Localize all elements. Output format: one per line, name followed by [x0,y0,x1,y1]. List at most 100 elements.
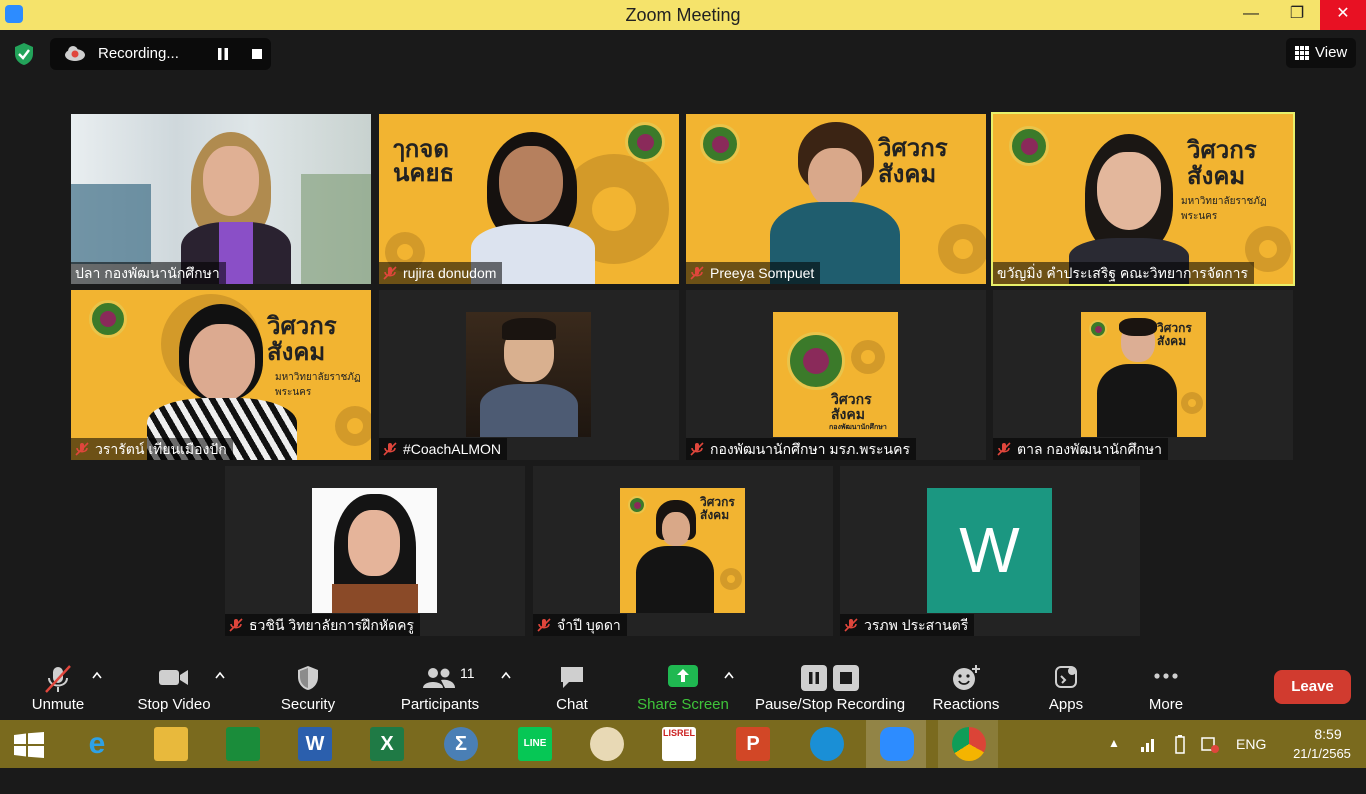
pause-stop-recording-button[interactable]: Pause/Stop Recording [752,658,908,720]
calculator-icon[interactable]: Σ [430,720,490,768]
video-tile[interactable]: วิศวกร สังคม มหาวิทยาลัยราชภัฏพระนคร วราร… [71,290,371,460]
windows-taskbar: e W X Σ LINE LISREL P ▲ ENG 8:59 21/1/25… [0,720,1366,768]
grid-view-icon [1295,46,1309,60]
clock-date[interactable]: 21/1/2565 [1282,746,1362,794]
video-tile[interactable]: วิศวกร สังคม ตาล กองพัฒนานักศึกษา [993,290,1293,460]
signal-icon[interactable] [1140,736,1158,752]
video-tile[interactable]: วิศวกร สังคม จำปี บุดดา [533,466,833,636]
minimize-button[interactable]: — [1228,0,1274,30]
muted-mic-icon [75,442,89,456]
participant-name: Preeya Sompuet [686,262,821,284]
share-screen-icon [668,665,698,687]
windows-start-icon[interactable] [14,732,44,758]
meeting-area: Recording... View ปลา กองพัฒนานักศึกษา ๅ… [0,30,1366,658]
show-hidden-icons-chevron-icon[interactable]: ▲ [1108,736,1120,784]
encryption-shield-icon[interactable] [13,42,35,66]
participants-icon [423,668,455,688]
maximize-button[interactable]: ❐ [1274,0,1320,30]
muted-mic-icon [690,442,704,456]
file-explorer-icon[interactable] [140,720,200,768]
participant-name: rujira donudom [379,262,503,284]
muted-mic-icon [537,618,551,632]
profile-picture: วิศวกร สังคม [1081,312,1206,437]
video-tile[interactable]: ๅกจด นคยธ rujira donudom [379,114,679,284]
apps-icon [1055,666,1077,688]
profile-picture: วิศวกร สังคม [620,488,745,613]
chrome-icon[interactable] [938,720,998,768]
security-button[interactable]: Security [270,658,346,720]
participant-name: ธวชินี วิทยาลัยการฝึกหัดครู [225,614,421,636]
video-tile[interactable]: ปลา กองพัฒนานักศึกษา [71,114,371,284]
participant-name: วรภพ ประสานตรี [840,614,975,636]
leave-meeting-button[interactable]: Leave [1274,670,1351,704]
profile-picture: วิศวกร สังคม กองพัฒนานักศึกษา [773,312,898,437]
reactions-button[interactable]: Reactions [928,658,1004,720]
university-seal-icon [700,124,740,164]
word-icon[interactable]: W [284,720,344,768]
share-options-chevron-icon[interactable] [723,670,735,680]
participant-name: ปลา กองพัฒนานักศึกษา [71,262,226,284]
meeting-controls-toolbar: Unmute Stop Video Security 11 Participan… [0,658,1366,720]
network-disconnected-icon[interactable] [1200,734,1220,754]
store-icon[interactable] [212,720,272,768]
muted-mic-icon [844,618,858,632]
video-camera-icon [159,670,188,685]
unmute-button[interactable]: Unmute [20,658,96,720]
excel-icon[interactable]: X [356,720,416,768]
close-button[interactable]: ✕ [1320,0,1366,30]
share-screen-button[interactable]: Share Screen [636,658,730,720]
battery-icon[interactable] [1172,734,1188,754]
participant-name: จำปี บุดดา [533,614,627,636]
chat-button[interactable]: Chat [540,658,604,720]
zoom-icon[interactable] [866,720,926,768]
muted-mic-icon [45,665,71,693]
paint-icon[interactable] [576,720,636,768]
recording-bar: Recording... [50,38,271,70]
shield-icon [298,666,318,690]
participants-options-chevron-icon[interactable] [500,670,512,680]
edge-icon[interactable] [796,720,856,768]
stop-video-button[interactable]: Stop Video [132,658,216,720]
participant-name: วรารัตน์ เทียนเมืองปัก [71,438,233,460]
view-label: View [1315,44,1348,61]
video-tile[interactable]: W วรภพ ประสานตรี [840,466,1140,636]
language-indicator[interactable]: ENG [1236,736,1266,784]
lisrel-icon[interactable]: LISREL [648,720,708,768]
pause-recording-icon[interactable] [217,48,229,60]
participants-button[interactable]: 11 Participants [396,658,484,720]
participant-name: กองพัฒนานักศึกษา มรภ.พระนคร [686,438,917,460]
recording-status: Recording... [98,45,179,62]
stop-recording-icon[interactable] [252,49,262,59]
participant-video [770,122,900,284]
more-dots-icon [1154,673,1178,679]
video-tile[interactable]: วิศวกร สังคม Preeya Sompuet [686,114,986,284]
muted-mic-icon [383,442,397,456]
ie-icon[interactable]: e [66,720,126,768]
video-tile[interactable]: ธวชินี วิทยาลัยการฝึกหัดครู [225,466,525,636]
apps-button[interactable]: Apps [1036,658,1096,720]
muted-mic-icon [383,266,397,280]
title-bar: Zoom Meeting — ❐ ✕ [0,0,1366,30]
pause-stop-icons [801,665,859,691]
video-tile[interactable]: #CoachALMON [379,290,679,460]
view-button[interactable]: View [1286,38,1356,68]
muted-mic-icon [229,618,243,632]
audio-options-chevron-icon[interactable] [91,670,103,680]
more-button[interactable]: More [1136,658,1196,720]
video-tile[interactable]: วิศวกร สังคม กองพัฒนานักศึกษา กองพัฒนานัก… [686,290,986,460]
muted-mic-icon [690,266,704,280]
video-tile-active-speaker[interactable]: วิศวกร สังคม มหาวิทยาลัยราชภัฏพระนคร ขวัญ… [991,112,1295,286]
participant-initial-avatar: W [927,488,1052,613]
video-options-chevron-icon[interactable] [214,670,226,680]
profile-picture [312,488,437,613]
smiley-icon [953,665,980,690]
line-icon[interactable]: LINE [504,720,564,768]
university-seal-icon [625,122,665,162]
chat-bubble-icon [561,667,583,688]
muted-mic-icon [997,442,1011,456]
participant-name: ขวัญมิ่ง คำประเสริฐ คณะวิทยาการจัดการ [993,262,1254,284]
university-seal-icon [1009,126,1049,166]
powerpoint-icon[interactable]: P [722,720,782,768]
participant-name: ตาล กองพัฒนานักศึกษา [993,438,1168,460]
participant-video [147,304,297,460]
